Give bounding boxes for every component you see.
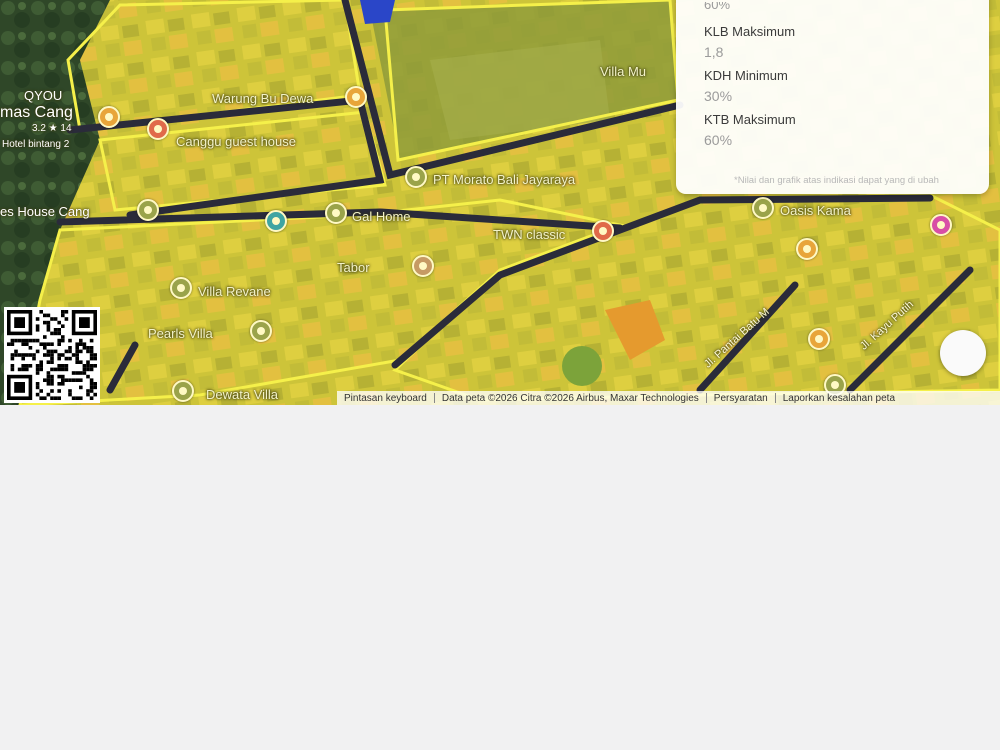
restaurant-icon[interactable] (147, 118, 169, 140)
pin-icon[interactable] (412, 255, 434, 277)
klb-value: 1,8 (704, 44, 724, 60)
map-label-oasis: Oasis Kama (780, 203, 851, 218)
shop-icon[interactable] (930, 214, 952, 236)
map-label-dewata: Dewata Villa (206, 387, 279, 402)
map-label-guesthouse: Canggu guest house (176, 134, 296, 149)
ktb-label: KTB Maksimum (704, 112, 796, 127)
bus-stop-icon[interactable] (265, 210, 287, 232)
hotel-icon[interactable] (752, 197, 774, 219)
report-error-link[interactable]: Laporkan kesalahan peta (776, 393, 902, 404)
map-data-text: Data peta ©2026 Citra ©2026 Airbus, Maxa… (441, 392, 699, 404)
map-label-tabor: Tabor (337, 260, 370, 275)
map-label-home: Gal Home (352, 209, 411, 224)
shop-icon[interactable] (405, 166, 427, 188)
satellite-map[interactable]: Warung Bu Dewa Canggu guest house PT Mor… (0, 0, 1000, 405)
map-label-villamu: Villa Mu (600, 64, 647, 79)
map-label-qyou: QYOU (24, 88, 63, 103)
qr-code (4, 307, 100, 403)
keyboard-shortcuts-link[interactable]: Pintasan keyboard (337, 393, 434, 404)
map-label-villarevane: Villa Revane (198, 284, 271, 299)
panel-footnote: *Nilai dan grafik atas indikasi dapat ya… (734, 175, 939, 186)
klb-label: KLB Maksimum (704, 24, 796, 39)
map-attribution: Pintasan keyboard Data peta ©2026 Citra … (337, 391, 1000, 405)
shop-icon[interactable] (796, 238, 818, 260)
map-label-mascang: mas Cang (0, 104, 73, 121)
hotel-icon[interactable] (250, 320, 272, 342)
map-label-rating: 3.2 ★ 14 (32, 123, 72, 134)
map-label-hotelbintang: Hotel bintang 2 (2, 139, 70, 150)
pin-icon[interactable] (137, 199, 159, 221)
kdh-label: KDH Minimum (704, 68, 788, 83)
restaurant-icon[interactable] (592, 220, 614, 242)
terms-link[interactable]: Persyaratan (707, 393, 775, 404)
restaurant-icon[interactable] (345, 86, 367, 108)
kdh-value: 30% (704, 88, 733, 104)
page-background (0, 405, 1000, 750)
shop-icon[interactable] (808, 328, 830, 350)
hotel-icon[interactable] (170, 277, 192, 299)
zoning-info-panel: 60% KLB Maksimum 1,8 KDH Minimum 30% KTB… (676, 0, 989, 194)
ktb-value: 60% (704, 132, 733, 148)
my-location-button[interactable] (940, 330, 986, 376)
restaurant-icon[interactable] (98, 106, 120, 128)
map-label-twn: TWN classic (493, 227, 566, 242)
map-label-pearls: Pearls Villa (148, 326, 213, 341)
map-label-morato: PT Morato Bali Jayaraya (433, 172, 576, 187)
hotel-icon[interactable] (325, 202, 347, 224)
truncated-value: 60% (704, 2, 731, 12)
map-label-hostelcang: es House Cang (0, 204, 90, 219)
map-label-warung: Warung Bu Dewa (212, 91, 314, 106)
hotel-icon[interactable] (172, 380, 194, 402)
qr-code-icon (7, 310, 97, 400)
